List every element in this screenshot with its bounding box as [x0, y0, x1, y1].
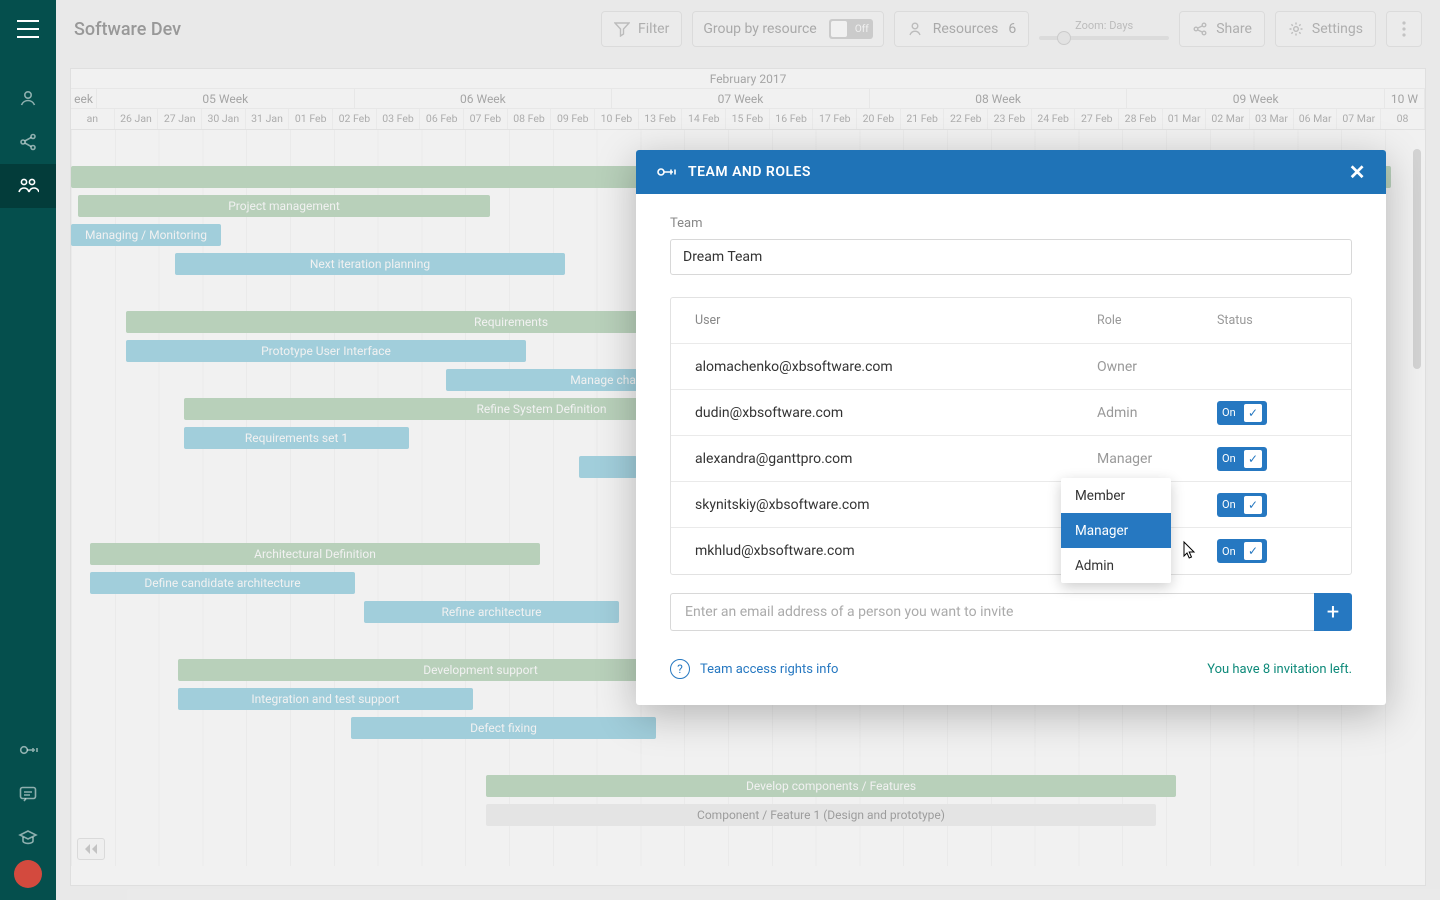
user-role[interactable]: Owner [1097, 359, 1217, 375]
user-status: On✓ [1217, 401, 1327, 425]
nav-share-icon[interactable] [0, 120, 56, 164]
role-option-manager[interactable]: Manager [1061, 513, 1171, 548]
check-icon: ✓ [1244, 542, 1262, 560]
table-row: dudin@xbsoftware.com Admin On✓ [671, 390, 1351, 436]
help-icon: ? [670, 659, 690, 679]
nav-team-icon[interactable] [0, 164, 56, 208]
menu-button[interactable] [0, 0, 56, 58]
status-toggle[interactable]: On✓ [1217, 401, 1267, 425]
table-row: alomachenko@xbsoftware.com Owner [671, 344, 1351, 390]
col-user-header: User [695, 313, 1097, 328]
nav-learn-icon[interactable] [0, 816, 56, 860]
table-row: mkhlud@xbsoftware.com On✓ [671, 528, 1351, 574]
role-option-member[interactable]: Member [1061, 478, 1171, 513]
status-toggle[interactable]: On✓ [1217, 447, 1267, 471]
add-user-button[interactable]: + [1314, 593, 1352, 631]
user-email: skynitskiy@xbsoftware.com [695, 497, 1097, 513]
user-status: On✓ [1217, 447, 1327, 471]
user-email: dudin@xbsoftware.com [695, 405, 1097, 421]
user-avatar[interactable] [14, 860, 42, 888]
modal-body: Team User Role Status alomachenko@xbsoft… [636, 194, 1386, 705]
team-roles-modal: TEAM AND ROLES ✕ Team User Role Status a… [636, 150, 1386, 705]
check-icon: ✓ [1244, 404, 1262, 422]
user-table: User Role Status alomachenko@xbsoftware.… [670, 297, 1352, 575]
sidebar [0, 0, 56, 900]
user-email: alomachenko@xbsoftware.com [695, 359, 1097, 375]
invite-row: + [670, 593, 1352, 631]
close-icon[interactable]: ✕ [1349, 160, 1366, 184]
col-status-header: Status [1217, 313, 1327, 328]
user-email: alexandra@ganttpro.com [695, 451, 1097, 467]
invitations-left: You have 8 invitation left. [1207, 662, 1352, 677]
main-area: Software Dev Filter Group by resource Of… [56, 0, 1440, 900]
modal-title: TEAM AND ROLES [688, 164, 811, 180]
table-header: User Role Status [671, 298, 1351, 344]
user-email: mkhlud@xbsoftware.com [695, 543, 1097, 559]
table-row: alexandra@ganttpro.com Manager On✓ [671, 436, 1351, 482]
modal-footer: ? Team access rights info You have 8 inv… [670, 659, 1352, 679]
user-role[interactable]: Manager [1097, 451, 1217, 467]
user-status: On✓ [1217, 493, 1327, 517]
status-toggle[interactable]: On✓ [1217, 493, 1267, 517]
user-status: On✓ [1217, 539, 1327, 563]
check-icon: ✓ [1244, 496, 1262, 514]
team-label: Team [670, 216, 1352, 231]
role-dropdown[interactable]: Member Manager Admin [1061, 478, 1171, 583]
status-toggle[interactable]: On✓ [1217, 539, 1267, 563]
invite-email-input[interactable] [670, 593, 1314, 631]
team-name-input[interactable] [670, 239, 1352, 275]
access-info-link[interactable]: ? Team access rights info [670, 659, 838, 679]
table-row: skynitskiy@xbsoftware.com On✓ Member Man… [671, 482, 1351, 528]
role-option-admin[interactable]: Admin [1061, 548, 1171, 583]
nav-key-icon[interactable] [0, 728, 56, 772]
user-role[interactable]: Admin [1097, 405, 1217, 421]
modal-header: TEAM AND ROLES ✕ [636, 150, 1386, 194]
check-icon: ✓ [1244, 450, 1262, 468]
nav-profile-icon[interactable] [0, 76, 56, 120]
nav-chat-icon[interactable] [0, 772, 56, 816]
col-role-header: Role [1097, 313, 1217, 328]
app-root: Software Dev Filter Group by resource Of… [0, 0, 1440, 900]
